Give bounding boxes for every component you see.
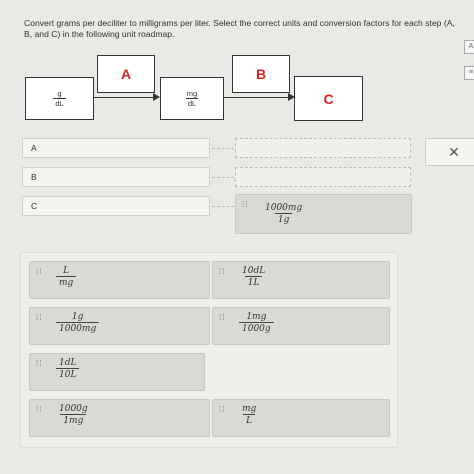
start-unit-numerator: g (57, 89, 62, 98)
drag-handle-icon[interactable]: ⁞⁞ (36, 406, 44, 418)
row-a-connector (212, 148, 234, 149)
drag-handle-icon[interactable]: ⁞⁞ (36, 360, 44, 372)
drag-handle-icon[interactable]: ⁞⁞ (36, 268, 44, 280)
row-label-a: A (22, 138, 210, 158)
tile-mg-per-l[interactable]: ⁞⁞ mg L (212, 399, 390, 437)
placed-numerator: 1000mg (265, 203, 303, 213)
tile-1mg-per-1000g[interactable]: ⁞⁞ 1mg 1000g (212, 307, 390, 345)
start-unit-denominator: dL (53, 98, 66, 108)
tile-numerator: L (63, 266, 70, 276)
tile-denominator: L (243, 414, 256, 426)
tile-numerator: 1000g (59, 404, 88, 414)
tile-fraction: Lmg (56, 266, 77, 288)
step-b-label-box: B (232, 55, 290, 93)
drag-handle-icon[interactable]: ⁞⁞ (242, 201, 250, 213)
tile-1dl-per-10l[interactable]: ⁞⁞ 1dL 10L (29, 353, 205, 391)
tile-denominator: 10L (56, 368, 80, 380)
step-a-label-box: A (97, 55, 155, 93)
drop-slot-a[interactable] (235, 138, 411, 158)
placed-fraction: 1000mg 1g (262, 203, 305, 225)
tile-fraction: 1g 1000mg (56, 312, 100, 334)
tile-denominator: mg (56, 276, 77, 288)
tile-fraction: 1mg 1000g (239, 312, 274, 334)
drag-handle-icon[interactable]: ⁞⁞ (36, 314, 44, 326)
tile-10dl-per-1l[interactable]: ⁞⁞ 10dL 1L (212, 261, 390, 299)
close-button[interactable]: ✕ (425, 138, 474, 166)
tile-numerator: 10dL (242, 266, 266, 276)
tile-fraction: 10dL 1L (239, 266, 268, 288)
drag-handle-icon[interactable]: ⁞⁞ (219, 314, 227, 326)
middle-unit-box: mg dL (160, 77, 224, 120)
side-tool-icon-bottom[interactable]: ≡ (464, 66, 474, 80)
middle-unit-numerator: mg (186, 89, 198, 98)
tile-numerator: 1g (71, 312, 84, 322)
instructions-text: Convert grams per deciliter to milligram… (24, 18, 455, 39)
drop-slot-b[interactable] (235, 167, 411, 187)
tile-numerator: 1mg (246, 312, 267, 322)
tile-1000g-per-1mg[interactable]: ⁞⁞ 1000g 1mg (29, 399, 210, 437)
row-b-connector (212, 177, 234, 178)
row-label-c: C (22, 196, 210, 216)
tile-fraction: mg L (239, 404, 259, 426)
question-panel: Convert grams per deciliter to milligram… (0, 0, 474, 474)
side-tool-icon-top[interactable]: A (464, 40, 474, 54)
middle-unit-denominator: dL (185, 98, 199, 108)
tile-fraction: 1000g 1mg (56, 404, 91, 426)
row-label-b: B (22, 167, 210, 187)
placed-denominator: 1g (274, 213, 293, 225)
row-c-connector (212, 206, 234, 207)
tile-denominator: 1000mg (56, 322, 100, 334)
tile-denominator: 1L (244, 276, 263, 288)
answer-tile-pool: ⁞⁞ Lmg ⁞⁞ 10dL 1L ⁞⁞ 1g 1000mg ⁞⁞ 1mg 1000g… (20, 252, 398, 448)
arrow-b (224, 93, 295, 101)
drag-handle-icon[interactable]: ⁞⁞ (219, 268, 227, 280)
tile-denominator: 1000g (239, 322, 274, 334)
tile-l-per-mg[interactable]: ⁞⁞ Lmg (29, 261, 210, 299)
tile-fraction: 1dL 10L (56, 358, 80, 380)
drag-handle-icon[interactable]: ⁞⁞ (219, 406, 227, 418)
placed-tile-c[interactable]: ⁞⁞ 1000mg 1g (235, 194, 412, 234)
start-unit-box: g dL (25, 77, 94, 120)
tile-1g-per-1000mg[interactable]: ⁞⁞ 1g 1000mg (29, 307, 210, 345)
tile-denominator: 1mg (60, 414, 87, 426)
tile-numerator: mg (242, 404, 257, 414)
arrow-a (94, 93, 160, 101)
tile-numerator: 1dL (59, 358, 77, 368)
step-c-target-box: C (294, 76, 363, 121)
